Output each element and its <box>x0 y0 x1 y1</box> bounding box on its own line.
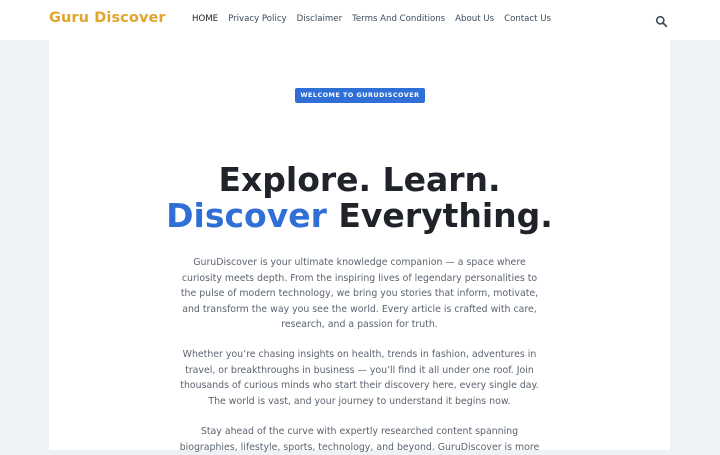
intro-paragraph-2: Whether you’re chasing insights on healt… <box>180 349 539 407</box>
intro-paragraph-1: GuruDiscover is your ultimate knowledge … <box>180 257 539 331</box>
nav-item-about-us[interactable]: About Us <box>455 14 494 24</box>
site-header: Guru Discover HOME Privacy Policy Discla… <box>0 0 720 40</box>
nav-item-home[interactable]: HOME <box>192 14 218 24</box>
intro-paragraph-3: Stay ahead of the curve with expertly re… <box>179 426 540 453</box>
hero-headline-line-2: Discover Everything. <box>49 198 670 234</box>
headline-rest: Everything. <box>326 196 553 235</box>
hero-section: WELCOME TO GURUDISCOVER Explore. Learn. … <box>49 40 670 453</box>
search-button[interactable] <box>655 13 668 28</box>
nav-item-terms-and-conditions[interactable]: Terms And Conditions <box>352 14 445 24</box>
welcome-badge: WELCOME TO GURUDISCOVER <box>295 88 425 103</box>
nav-item-contact-us[interactable]: Contact Us <box>504 14 551 24</box>
main-nav: HOME Privacy Policy Disclaimer Terms And… <box>192 14 561 24</box>
hero-headline-line-1: Explore. Learn. <box>218 160 501 199</box>
site-logo-title[interactable]: Guru Discover <box>49 10 166 26</box>
search-icon <box>655 15 668 28</box>
headline-accent-word: Discover <box>166 196 327 235</box>
nav-item-disclaimer[interactable]: Disclaimer <box>297 14 342 24</box>
nav-item-privacy-policy[interactable]: Privacy Policy <box>228 14 287 24</box>
